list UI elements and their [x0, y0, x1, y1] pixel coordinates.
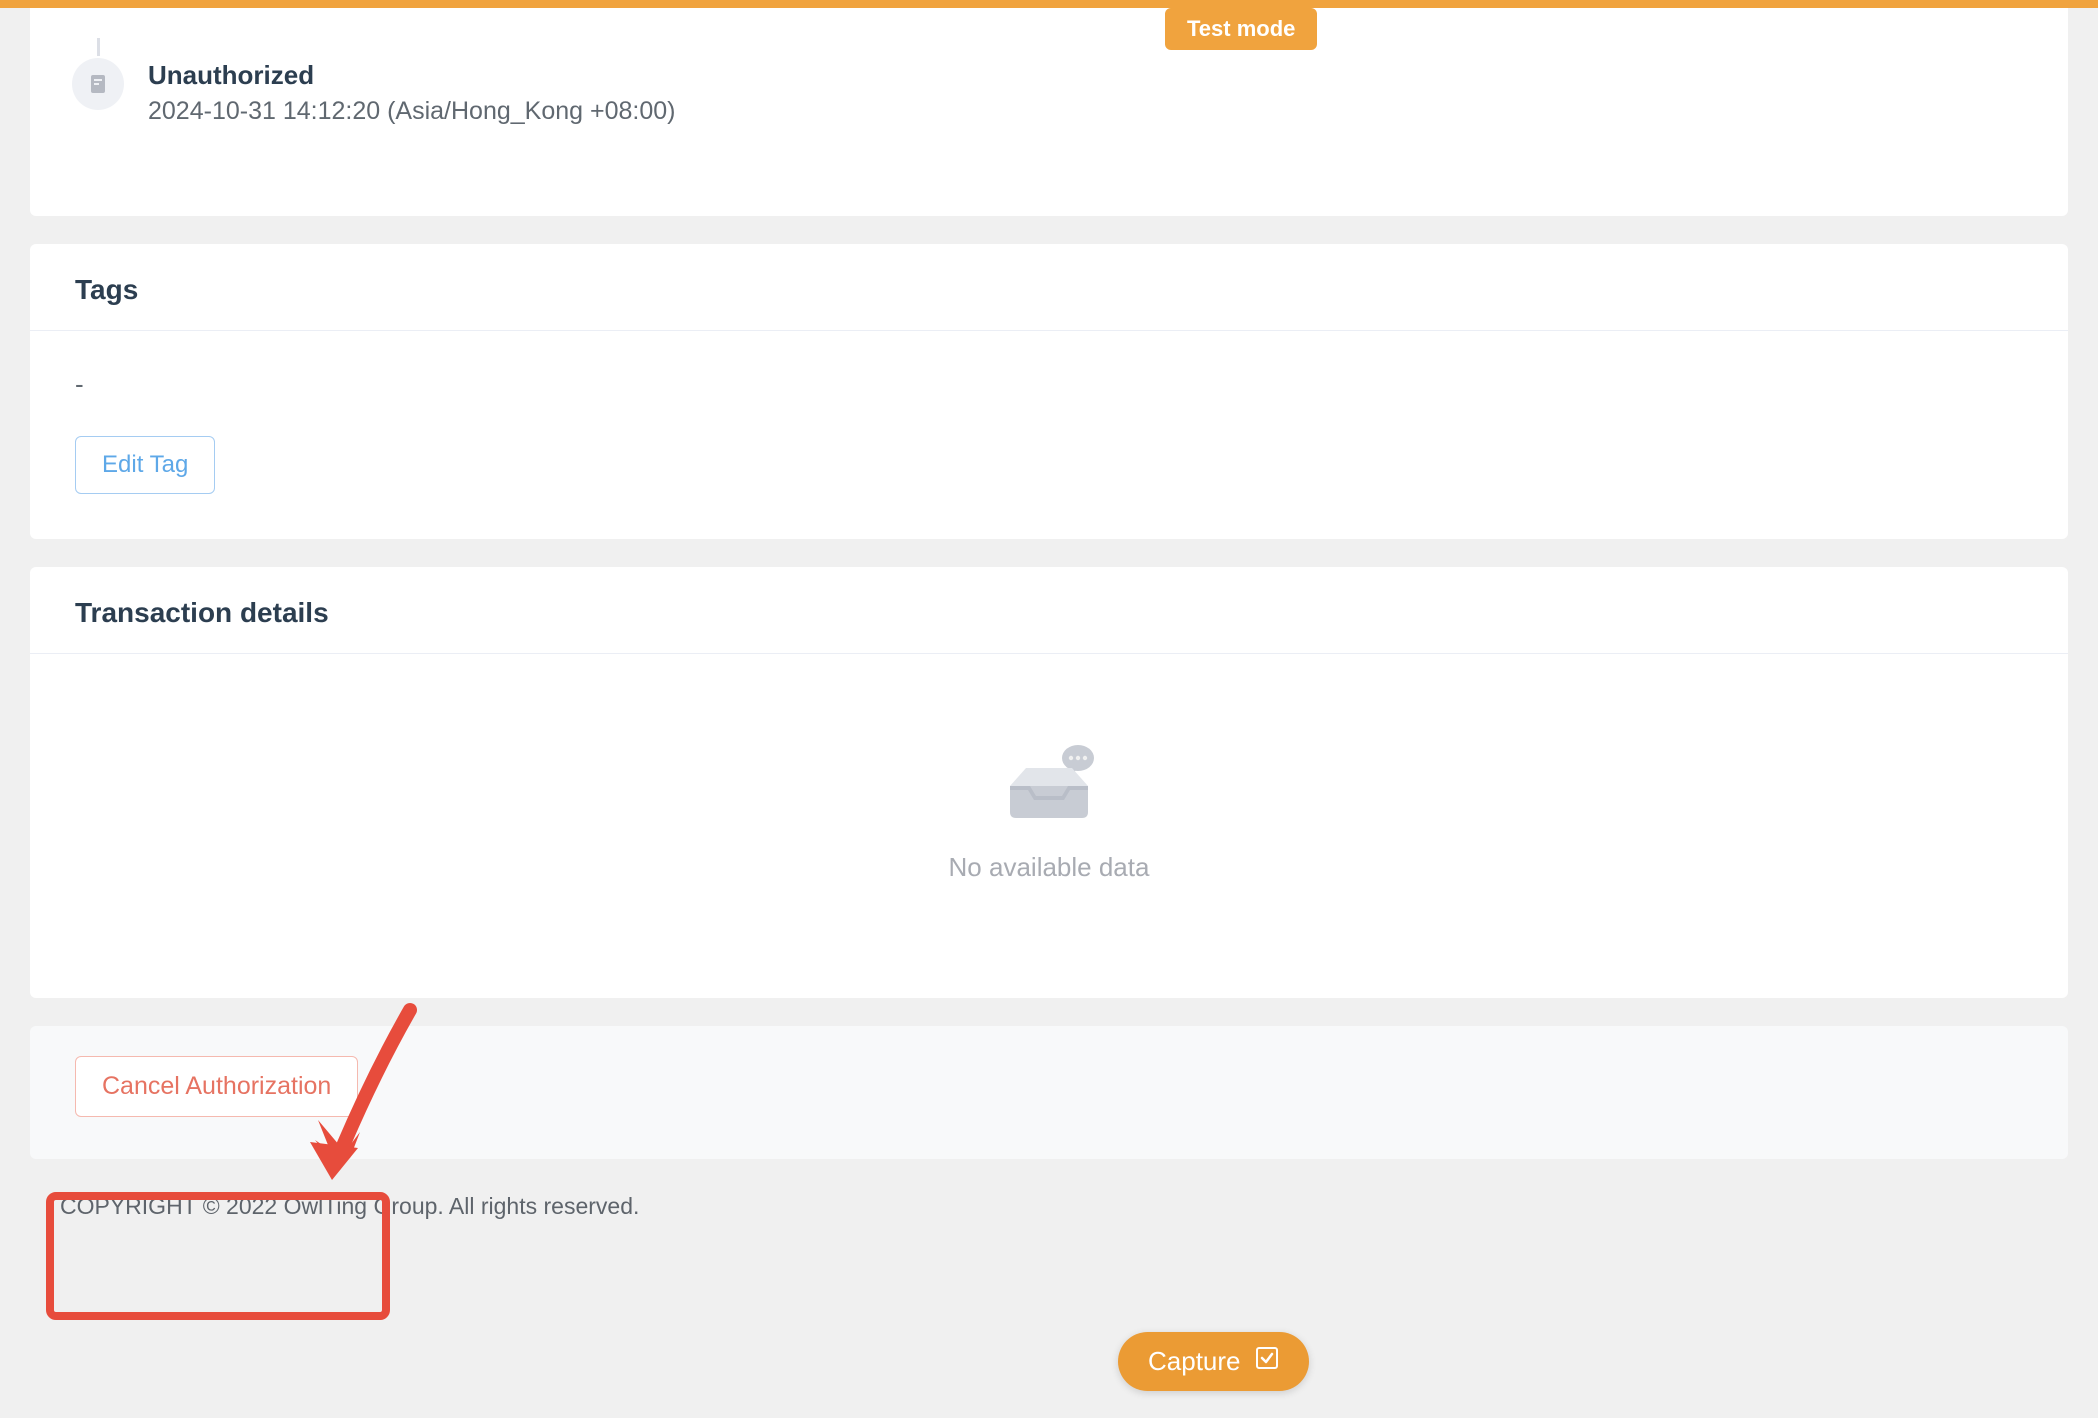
empty-state-text: No available data — [949, 852, 1150, 883]
capture-button-label: Capture — [1148, 1346, 1241, 1377]
check-icon — [1255, 1346, 1279, 1377]
status-timestamp: 2024-10-31 14:12:20 (Asia/Hong_Kong +08:… — [148, 97, 675, 126]
cancel-authorization-button[interactable]: Cancel Authorization — [75, 1056, 358, 1117]
action-bar: Cancel Authorization — [30, 1026, 2068, 1159]
document-icon — [72, 58, 124, 110]
tags-card: Tags - Edit Tag — [30, 244, 2068, 539]
top-bar — [0, 0, 2098, 8]
copyright-text: COPYRIGHT © 2022 OwlTing Group. All righ… — [30, 1185, 2068, 1228]
tags-section-title: Tags — [75, 274, 2023, 306]
tags-value: - — [75, 369, 2023, 400]
status-card: Unauthorized 2024-10-31 14:12:20 (Asia/H… — [30, 8, 2068, 216]
status-title: Unauthorized — [148, 60, 675, 91]
test-mode-badge: Test mode — [1165, 8, 1317, 50]
timeline-line — [97, 38, 100, 56]
transaction-section-title: Transaction details — [75, 597, 2023, 629]
capture-button[interactable]: Capture — [1118, 1332, 1309, 1391]
edit-tag-button[interactable]: Edit Tag — [75, 436, 215, 494]
transaction-details-card: Transaction details — [30, 567, 2068, 998]
timeline-icon-wrap — [72, 38, 124, 110]
empty-inbox-icon — [1002, 744, 1097, 824]
